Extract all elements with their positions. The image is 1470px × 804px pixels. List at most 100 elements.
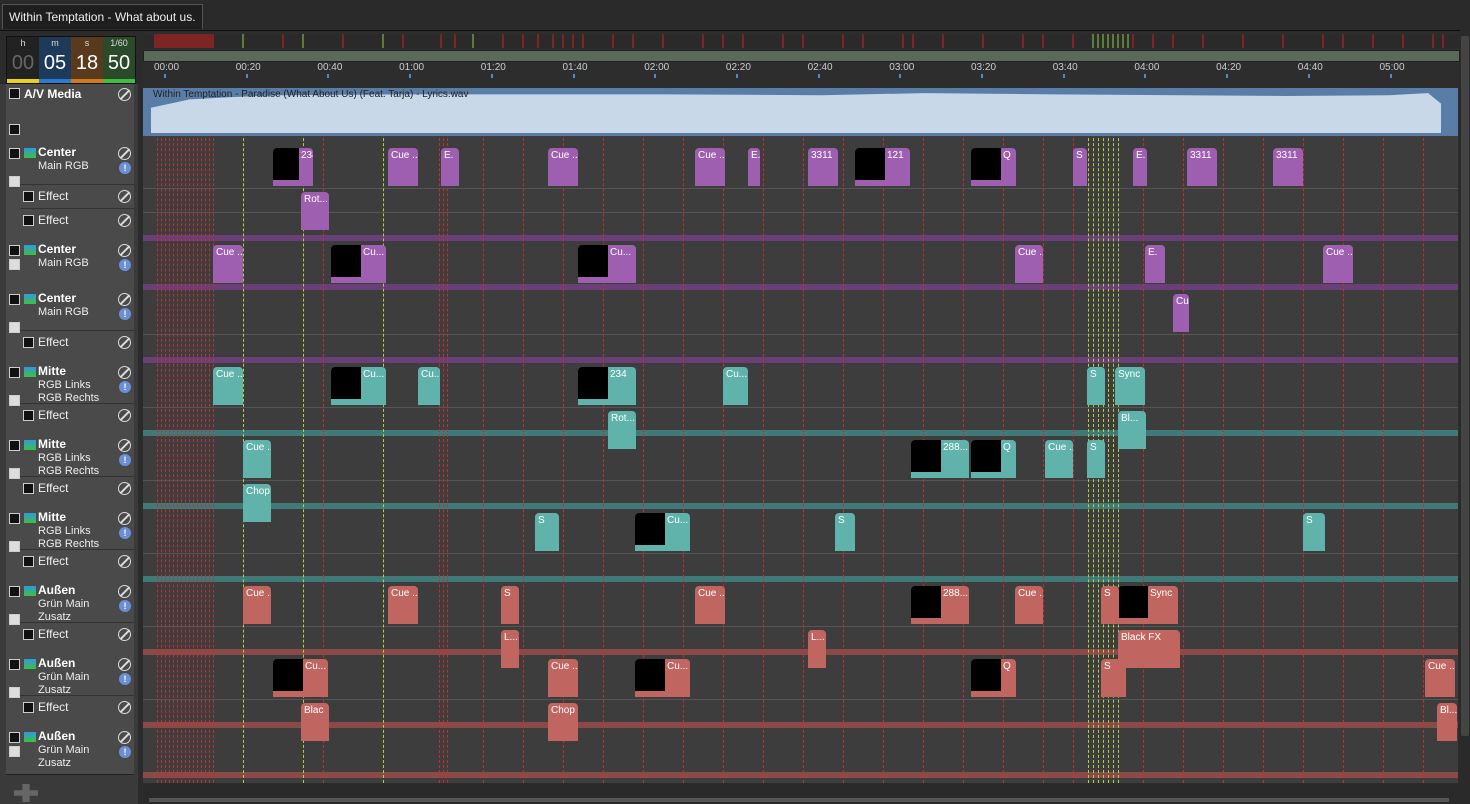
cue-block[interactable]: L...	[501, 630, 519, 668]
cue-block[interactable]: Cue ...	[213, 245, 243, 283]
collapse-icon[interactable]	[9, 322, 20, 333]
cue-block[interactable]: Chop	[243, 484, 271, 522]
cue-block[interactable]: Sync	[1115, 367, 1145, 405]
track-header[interactable]: ! Mitte RGB Links RGB Rechts Effect	[6, 432, 134, 506]
expand-icon[interactable]	[9, 294, 20, 305]
cue-block[interactable]: Black FX	[1118, 630, 1180, 668]
cue-block[interactable]: Cue ...	[1045, 440, 1073, 478]
cue-block[interactable]: Q	[971, 440, 1016, 478]
mute-icon[interactable]	[118, 214, 131, 227]
collapse-icon[interactable]	[9, 468, 20, 479]
expand-icon[interactable]	[23, 410, 34, 421]
info-icon[interactable]: !	[119, 162, 131, 174]
collapse-icon[interactable]	[9, 259, 20, 270]
timeline-ruler[interactable]: 00:00 00:20 00:40 01:00 01:20 01:40 02:00 02:20…	[143, 32, 1460, 88]
expand-icon[interactable]	[23, 215, 34, 226]
cue-block[interactable]: Cu...	[723, 367, 748, 405]
cue-block[interactable]: E.	[1133, 148, 1147, 186]
info-icon[interactable]: !	[119, 454, 131, 466]
cue-block[interactable]: S	[1087, 367, 1105, 405]
expand-icon[interactable]	[23, 191, 34, 202]
mute-icon[interactable]	[118, 366, 131, 379]
cue-block[interactable]: 3311	[1273, 148, 1303, 186]
mute-icon[interactable]	[118, 628, 131, 641]
track-header[interactable]: ! Center Main RGB Effect Effect	[6, 140, 134, 238]
cue-block[interactable]: 3311	[1187, 148, 1217, 186]
cue-block[interactable]: Cu...	[635, 659, 690, 697]
expand-icon[interactable]	[9, 659, 20, 670]
mute-icon[interactable]	[118, 482, 131, 495]
mute-icon[interactable]	[118, 190, 131, 203]
expand-icon[interactable]	[23, 483, 34, 494]
cue-block[interactable]: Cue ...	[1425, 659, 1455, 697]
mute-icon[interactable]	[118, 658, 131, 671]
cue-block[interactable]: Cue ...	[1015, 586, 1043, 624]
cue-block[interactable]: S	[535, 513, 559, 551]
expand-icon[interactable]	[23, 629, 34, 640]
marker-strip[interactable]	[143, 34, 1458, 48]
cue-block[interactable]: Rot...	[608, 411, 636, 449]
cue-block[interactable]: Cue ...	[695, 586, 725, 624]
info-icon[interactable]: !	[119, 600, 131, 612]
track-header[interactable]: ! Mitte RGB Links RGB Rechts Effect	[6, 359, 134, 433]
vertical-scrollbar[interactable]	[1460, 30, 1470, 804]
expand-icon[interactable]	[23, 556, 34, 567]
track-header[interactable]: ! Außen Grün Main Zusatz	[6, 724, 134, 775]
cue-block[interactable]: Cu...	[578, 245, 636, 283]
info-icon[interactable]: !	[119, 381, 131, 393]
track-header-media[interactable]: A/V Media	[6, 84, 134, 141]
effect-row[interactable]: Effect	[20, 208, 134, 231]
track-header[interactable]: ! Center Main RGB	[6, 237, 134, 287]
info-icon[interactable]: !	[119, 259, 131, 271]
track-header[interactable]: ! Mitte RGB Links RGB Rechts Effect	[6, 505, 134, 579]
cue-block[interactable]: E.	[748, 148, 760, 186]
track-header[interactable]: ! Center Main RGB Effect	[6, 286, 134, 360]
cue-block[interactable]: Q	[971, 148, 1016, 186]
expand-icon[interactable]	[23, 337, 34, 348]
expand-icon[interactable]	[9, 245, 20, 256]
expand-icon[interactable]	[23, 702, 34, 713]
cue-block[interactable]: S	[1101, 586, 1119, 624]
stop-icon[interactable]	[9, 124, 20, 135]
cue-block[interactable]: Cue ...	[213, 367, 243, 405]
effect-row[interactable]: Effect	[20, 549, 134, 572]
mute-icon[interactable]	[118, 439, 131, 452]
expand-icon[interactable]	[9, 148, 20, 159]
add-track-icon[interactable]	[14, 784, 38, 802]
effect-row[interactable]: Effect	[20, 330, 134, 353]
vertical-scroll-thumb[interactable]	[1461, 36, 1469, 736]
cue-block[interactable]: Cue ...	[548, 148, 578, 186]
mute-icon[interactable]	[118, 409, 131, 422]
cue-block[interactable]: Cu...	[273, 659, 328, 697]
collapse-icon[interactable]	[9, 541, 20, 552]
mute-icon[interactable]	[118, 147, 131, 160]
cue-block[interactable]: Sync	[1118, 586, 1178, 624]
cue-block[interactable]: Cu...	[418, 367, 440, 405]
effect-row[interactable]: Effect	[20, 403, 134, 426]
cue-block[interactable]: Rot...	[301, 192, 329, 230]
mute-icon[interactable]	[118, 88, 131, 101]
cue-block[interactable]: 288...	[911, 586, 969, 624]
mute-icon[interactable]	[118, 555, 131, 568]
cue-block[interactable]: Cue ...	[1323, 245, 1353, 283]
cue-block[interactable]: Cu...	[635, 513, 690, 551]
cue-block[interactable]: Cue ...	[695, 148, 725, 186]
cue-block[interactable]: S	[1073, 148, 1087, 186]
effect-row[interactable]: Effect	[20, 622, 134, 645]
horizontal-scroll-thumb[interactable]	[149, 798, 1449, 802]
cue-block[interactable]: Cu...	[331, 245, 386, 283]
mute-icon[interactable]	[118, 701, 131, 714]
cue-block[interactable]: Bl...	[1118, 411, 1146, 449]
cue-block[interactable]: Cue ...	[388, 148, 418, 186]
mute-icon[interactable]	[118, 731, 131, 744]
cue-block[interactable]: E.	[1145, 245, 1165, 283]
cue-block[interactable]: Cue ...	[243, 586, 271, 624]
expand-icon[interactable]	[9, 367, 20, 378]
cue-block[interactable]: S	[835, 513, 855, 551]
mute-icon[interactable]	[118, 293, 131, 306]
overview-bar[interactable]	[143, 50, 1460, 62]
cue-block[interactable]: Cue ...	[388, 586, 418, 624]
cue-block[interactable]: S	[1087, 440, 1105, 478]
cue-block[interactable]: S	[1101, 659, 1126, 697]
expand-icon[interactable]	[9, 732, 20, 743]
